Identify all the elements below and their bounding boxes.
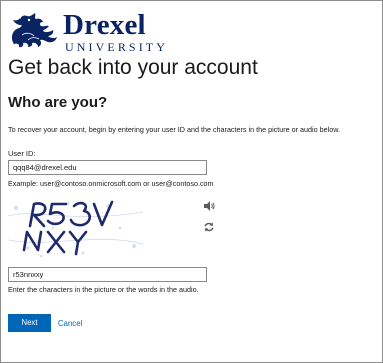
instructions-text: To recover your account, begin by enteri… bbox=[8, 125, 341, 134]
logo-subtitle: UNIVERSITY bbox=[65, 40, 168, 54]
page-subtitle: Who are you? bbox=[8, 94, 108, 111]
next-button[interactable]: Next bbox=[8, 314, 51, 332]
userid-input[interactable]: qqq84@drexel.edu bbox=[8, 160, 207, 175]
cancel-link[interactable]: Cancel bbox=[58, 319, 82, 328]
speaker-icon[interactable] bbox=[203, 200, 215, 212]
page-title: Get back into your account bbox=[8, 56, 258, 79]
captcha-input[interactable]: r53nnxxy bbox=[8, 267, 207, 282]
logo-wordmark: Drexel bbox=[63, 9, 146, 41]
captcha-image bbox=[8, 198, 143, 258]
captcha-help-text: Enter the characters in the picture or t… bbox=[8, 285, 199, 294]
page-frame: Drexel UNIVERSITY Get back into your acc… bbox=[0, 0, 383, 363]
userid-example-text: Example: user@contoso.onmicrosoft.com or… bbox=[8, 179, 214, 188]
refresh-icon[interactable] bbox=[203, 221, 215, 233]
userid-label: User ID: bbox=[8, 149, 36, 158]
dragon-icon bbox=[11, 13, 58, 48]
